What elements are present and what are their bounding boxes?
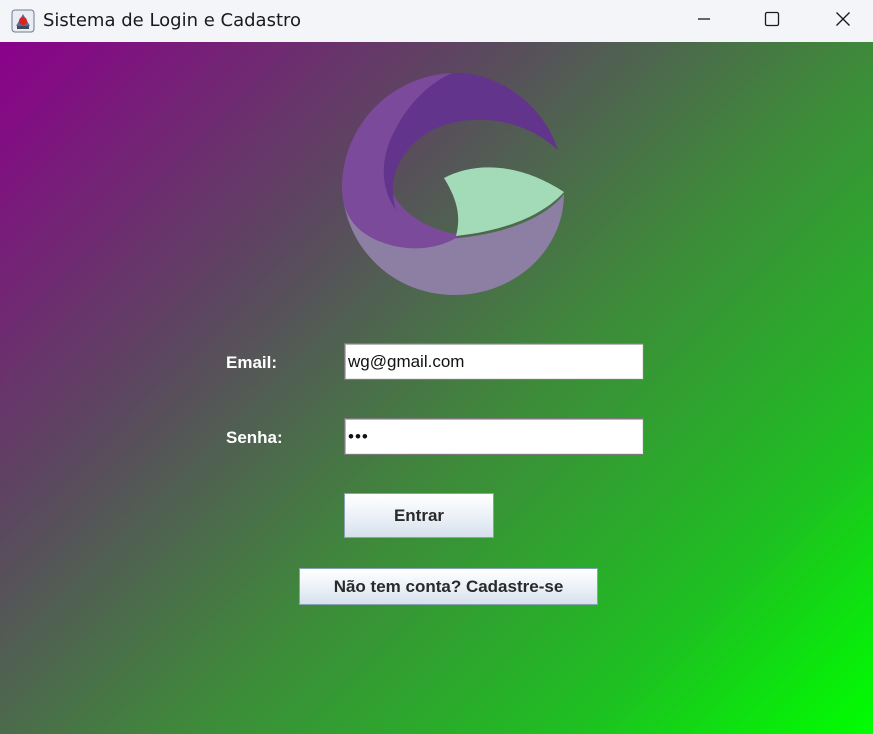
app-window: Sistema de Login e Cadastro Email: wg@gm… [0,0,873,734]
minimize-icon [696,11,712,32]
senha-label: Senha: [226,428,283,447]
login-panel: Email: Senha: Entrar Não tem conta? Cada… [0,42,873,734]
logo-icon [334,70,568,300]
entrar-button[interactable]: Entrar [344,493,494,538]
senha-field[interactable] [344,418,644,455]
close-icon [835,11,851,32]
maximize-button[interactable] [736,0,808,42]
maximize-icon [764,11,780,32]
java-app-icon[interactable] [11,9,35,33]
minimize-button[interactable] [668,0,740,42]
window-title: Sistema de Login e Cadastro [43,10,302,31]
close-button[interactable] [807,0,873,42]
title-bar[interactable]: Sistema de Login e Cadastro [0,0,873,42]
email-field[interactable] [344,343,644,380]
email-label: Email: [226,353,278,372]
cadastro-button[interactable]: Não tem conta? Cadastre-se [299,568,598,605]
